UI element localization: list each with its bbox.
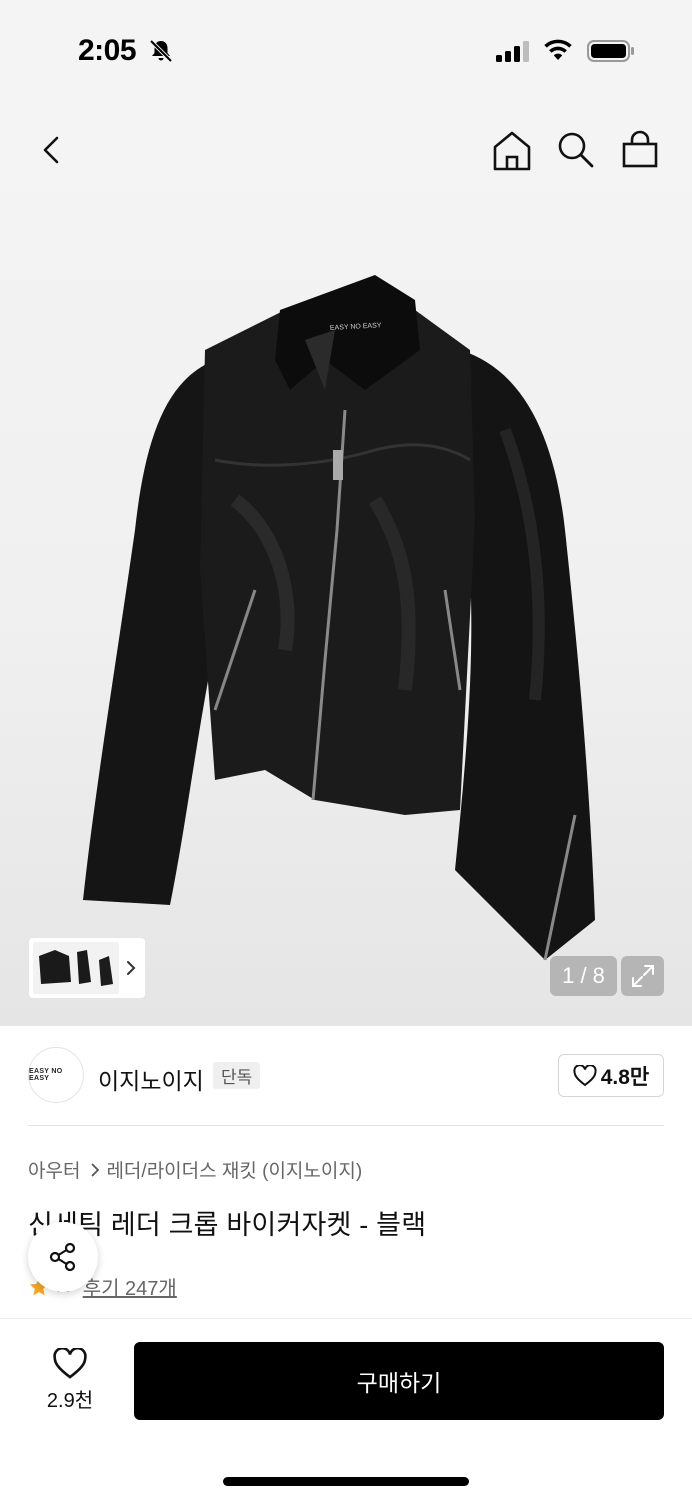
shopping-bag-button[interactable] xyxy=(620,130,660,170)
brand-like-count: 4.8만 xyxy=(600,1065,650,1089)
wifi-icon xyxy=(544,39,572,60)
thumbnail-strip[interactable] xyxy=(29,938,145,998)
breadcrumb-subcategory[interactable]: 레더/라이더스 재킷 (이지노이지) xyxy=(106,1156,362,1183)
heart-icon xyxy=(573,1064,597,1086)
breadcrumb-category[interactable]: 아우터 xyxy=(28,1156,80,1183)
bottom-action-bar: 2.9천 구매하기 xyxy=(0,1318,692,1500)
brand-like-button[interactable]: 4.8만 xyxy=(558,1054,664,1097)
product-image: EASY NO EASY xyxy=(83,275,595,961)
signal-icon xyxy=(496,41,529,62)
expand-button[interactable] xyxy=(621,956,664,996)
search-icon xyxy=(558,132,594,168)
brand-name[interactable]: 이지노이지 xyxy=(98,1062,204,1096)
battery-icon xyxy=(587,40,634,62)
brand-logo[interactable]: EASY NO EASY xyxy=(28,1047,84,1103)
wishlist-count: 2.9천 xyxy=(46,1389,94,1412)
heart-icon xyxy=(53,1347,87,1379)
shopping-bag-icon xyxy=(622,130,658,168)
back-button[interactable] xyxy=(32,130,72,170)
exclusive-badge: 단독 xyxy=(213,1062,261,1089)
home-button[interactable] xyxy=(492,130,532,172)
breadcrumb: 아우터 레더/라이더스 재킷 (이지노이지) xyxy=(28,1156,362,1183)
divider xyxy=(28,1125,664,1126)
share-icon xyxy=(49,1242,76,1272)
back-icon xyxy=(43,136,59,164)
brand-row: EASY NO EASY 이지노이지 단독 4.8만 xyxy=(0,1026,692,1126)
bell-slash-icon xyxy=(149,39,173,63)
home-indicator xyxy=(223,1477,469,1486)
search-button[interactable] xyxy=(556,130,596,170)
product-gallery[interactable]: EASY NO EASY 1 / 8 xyxy=(0,100,692,1026)
status-bar: 2:05 xyxy=(0,0,692,100)
thumbnail-image xyxy=(33,942,119,994)
expand-icon xyxy=(631,965,654,987)
status-time: 2:05 xyxy=(78,34,137,67)
wishlist-button[interactable]: 2.9천 xyxy=(28,1345,112,1415)
chevron-right-icon xyxy=(127,961,136,975)
image-counter: 1 / 8 xyxy=(550,956,617,996)
share-button[interactable] xyxy=(28,1222,98,1292)
chevron-right-icon xyxy=(91,1162,100,1177)
buy-button[interactable]: 구매하기 xyxy=(134,1342,664,1420)
review-link[interactable]: 후기 247개 xyxy=(83,1272,177,1301)
home-icon xyxy=(493,131,531,171)
